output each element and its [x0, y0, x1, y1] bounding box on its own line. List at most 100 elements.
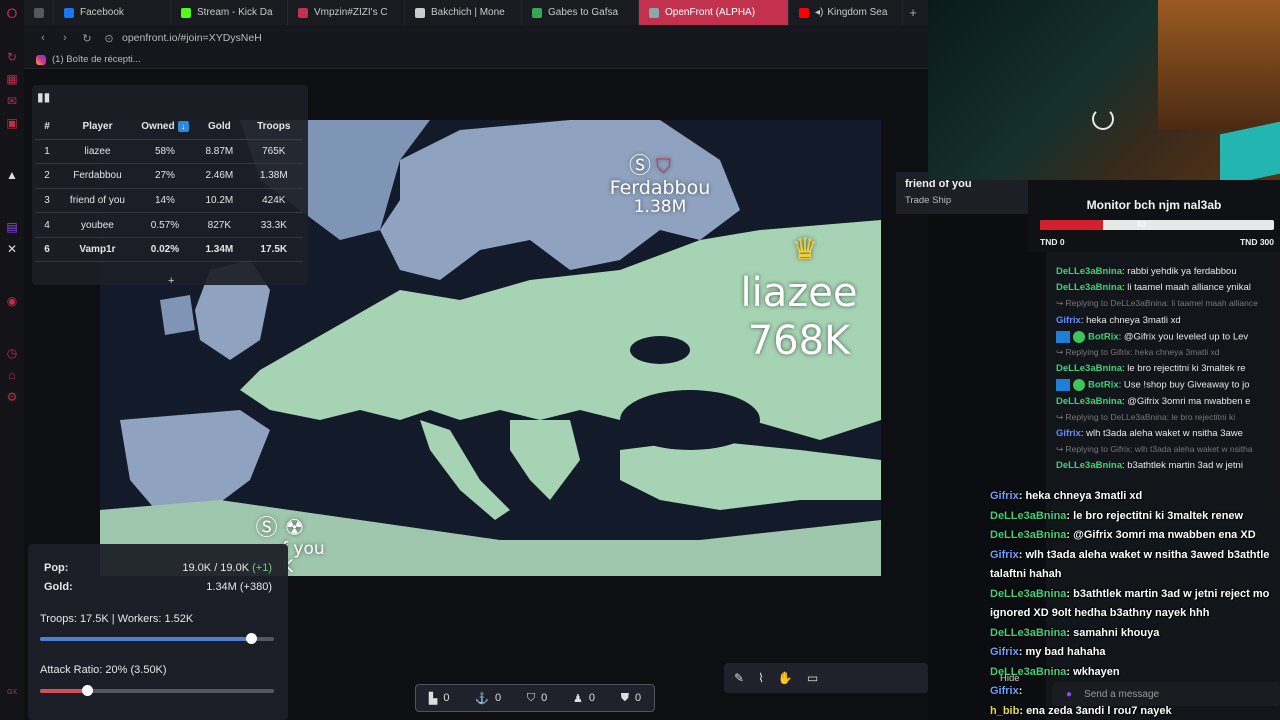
col-rank: #	[35, 115, 60, 140]
bag-icon[interactable]: ▦	[5, 72, 19, 86]
url-field[interactable]: openfront.io/#join=XYDysNeH	[122, 32, 262, 44]
bookmark-item[interactable]: (1) Boîte de récepti...	[52, 54, 141, 65]
chat-input-placeholder: Send a message	[1084, 688, 1160, 700]
tab-workspace[interactable]	[24, 0, 54, 25]
new-tab-button[interactable]: +	[903, 5, 923, 20]
chat-text: :	[1018, 685, 1023, 697]
tab-vmpzin[interactable]: Vmpzin#ZIZI's C	[288, 0, 405, 25]
game-viewport[interactable]: Ⓢ ⛉ Ferdabbou 1.38M ♛ liazee 768K Ⓢ ☢ f …	[24, 69, 928, 720]
route-icon[interactable]: ⌇	[758, 671, 764, 685]
defense-count[interactable]: ⛉ 0	[527, 692, 547, 705]
chat-username[interactable]: DeLLe3aBnina	[1056, 266, 1122, 277]
x-icon[interactable]: ✕	[5, 242, 19, 256]
chat-text: : rabbi yehdik ya ferdabbou	[1122, 266, 1237, 277]
twitch-icon	[298, 7, 308, 18]
chat-username[interactable]: DeLLe3aBnina	[1056, 460, 1122, 471]
chat-username[interactable]: Gifrix	[1056, 315, 1081, 326]
chat-icon[interactable]: ▭	[807, 671, 818, 685]
youtube-icon	[799, 7, 809, 18]
reload-icon[interactable]: ↻	[76, 32, 98, 45]
liazee-map-name: liazee	[740, 270, 858, 316]
refresh-icon[interactable]: ↻	[5, 50, 19, 64]
handshake-icon[interactable]: ✋	[778, 671, 793, 685]
hide-chat-button[interactable]: Hide	[1000, 673, 1020, 684]
missile-icon: ♟	[572, 692, 583, 705]
app-icon[interactable]: ▣	[5, 116, 19, 130]
chat-input[interactable]: ● Send a message	[1052, 682, 1280, 706]
leaderboard-row[interactable]: 4 youbee 0.57% 827K 33.3K	[35, 212, 303, 238]
history-icon[interactable]: ◷	[5, 346, 19, 360]
pop-value: 19.0K / 19.0K	[182, 562, 250, 574]
overlay-chat-message: Gifrix:	[990, 685, 1022, 697]
cell: 33.3K	[244, 212, 303, 238]
tab-kick[interactable]: Stream - Kick Da	[171, 0, 288, 25]
troops-slider-handle[interactable]	[245, 633, 257, 644]
cell: 1.38M	[244, 163, 303, 189]
chat-text: : wkhayen	[1066, 665, 1120, 678]
col-owned[interactable]: Owned ↓	[135, 115, 195, 140]
opera-logo-icon[interactable]: O	[5, 6, 19, 20]
chat-username[interactable]: BotRix	[1088, 380, 1119, 391]
overlay-chat-message: Gifrix: wlh t3ada aleha waket w nsitha 3…	[990, 549, 1269, 561]
extension-icon[interactable]: ⌂	[5, 368, 19, 382]
leaderboard-row[interactable]: 1 liazee 58% 8.87M 765K	[35, 139, 303, 165]
chat-text: : samahni khouya	[1066, 626, 1160, 639]
col-gold[interactable]: Gold	[194, 115, 245, 140]
tab-facebook[interactable]: Facebook	[54, 0, 171, 25]
goal-current: 80	[1137, 220, 1146, 229]
sam-count[interactable]: ⛊ 0	[621, 692, 641, 705]
attack-slider-handle[interactable]	[81, 685, 93, 696]
chat-username[interactable]: BotRix	[1088, 331, 1119, 342]
pencil-icon[interactable]: ✎	[734, 671, 744, 685]
chat-message: Gifrix: wlh t3ada aleha waket w nsitha 3…	[1056, 428, 1280, 439]
kick-icon[interactable]: ▲	[5, 168, 19, 182]
chat-text: Replying to Gifrix: wlh t3ada aleha wake…	[1065, 444, 1253, 455]
back-icon[interactable]: ‹	[32, 32, 54, 44]
chat-username[interactable]: DeLLe3aBnina	[1056, 363, 1122, 374]
mail-icon[interactable]: ✉	[5, 94, 19, 108]
leaderboard-chart-icon[interactable]: ▮▮	[37, 90, 51, 104]
leaderboard-row[interactable]: 2 Ferdabbou 27% 2.46M 1.38M	[35, 163, 303, 189]
twitch-icon[interactable]: ▤	[5, 220, 19, 234]
count: 0	[634, 692, 642, 704]
cell: 17.5K	[244, 237, 303, 263]
bookmarks-bar: (1) Boîte de récepti...	[24, 51, 928, 69]
tab-youtube[interactable]: ◂) Kingdom Sea	[789, 0, 903, 25]
col-player[interactable]: Player	[59, 115, 136, 140]
settings-icon[interactable]: ⚙	[5, 390, 19, 404]
col-owned-label: Owned	[141, 121, 175, 133]
tab-openfront[interactable]: OpenFront (ALPHA)	[639, 0, 789, 25]
chat-text: : @Gifrix you leveled up to Lev	[1118, 331, 1249, 343]
col-troops[interactable]: Troops	[244, 115, 303, 140]
mic-icon[interactable]: ●	[1066, 689, 1072, 700]
chat-text: Replying to DeLLe3aBnina: li taamel maah…	[1065, 298, 1258, 309]
leaderboard-expand-button[interactable]: +	[168, 275, 174, 287]
tooltip-unit: Trade Ship	[905, 195, 952, 206]
chat-username[interactable]: DeLLe3aBnina	[1056, 282, 1122, 293]
forward-icon[interactable]: ›	[54, 32, 76, 44]
cell: 10.2M	[194, 188, 245, 214]
player-icon[interactable]: ◉	[5, 294, 19, 308]
chat-message: DeLLe3aBnina: b3athtlek martin 3ad w jet…	[1056, 460, 1280, 471]
attack-ratio-slider[interactable]	[40, 685, 274, 696]
player-stats-panel: Pop: 19.0K / 19.0K (+1) Gold: 1.34M (+38…	[28, 544, 288, 720]
city-count[interactable]: ▙ 0	[429, 692, 450, 705]
silo-count[interactable]: ♟ 0	[573, 692, 595, 705]
cell: 2.46M	[194, 163, 245, 189]
verified-badge-icon	[1073, 330, 1085, 343]
sort-desc-icon[interactable]: ↓	[177, 121, 189, 133]
port-count[interactable]: ⚓ 0	[475, 692, 501, 705]
nuke-icon: ☢	[284, 516, 305, 541]
leaderboard-row[interactable]: 3 friend of you 14% 10.2M 424K	[35, 188, 303, 214]
tab-gabes[interactable]: Gabes to Gafsa	[522, 0, 639, 25]
tab-bakchich[interactable]: Bakchich | Mone	[405, 0, 522, 25]
overlay-chat-message: DeLLe3aBnina: @Gifrix 3omri ma nwabben e…	[990, 529, 1256, 541]
chat-text: : wlh t3ada aleha waket w nsitha 3awed b…	[1018, 548, 1270, 561]
liazee-map-troops: 768K	[747, 318, 851, 364]
shield-icon: ⛉	[526, 691, 536, 704]
leaderboard-row-self[interactable]: 6 Vamp1r 0.02% 1.34M 17.5K	[35, 237, 303, 263]
chat-username[interactable]: DeLLe3aBnina	[1056, 396, 1122, 407]
chat-username[interactable]: Gifrix	[1056, 428, 1081, 439]
troops-slider[interactable]	[40, 633, 274, 644]
gx-icon[interactable]: GX	[5, 686, 19, 700]
